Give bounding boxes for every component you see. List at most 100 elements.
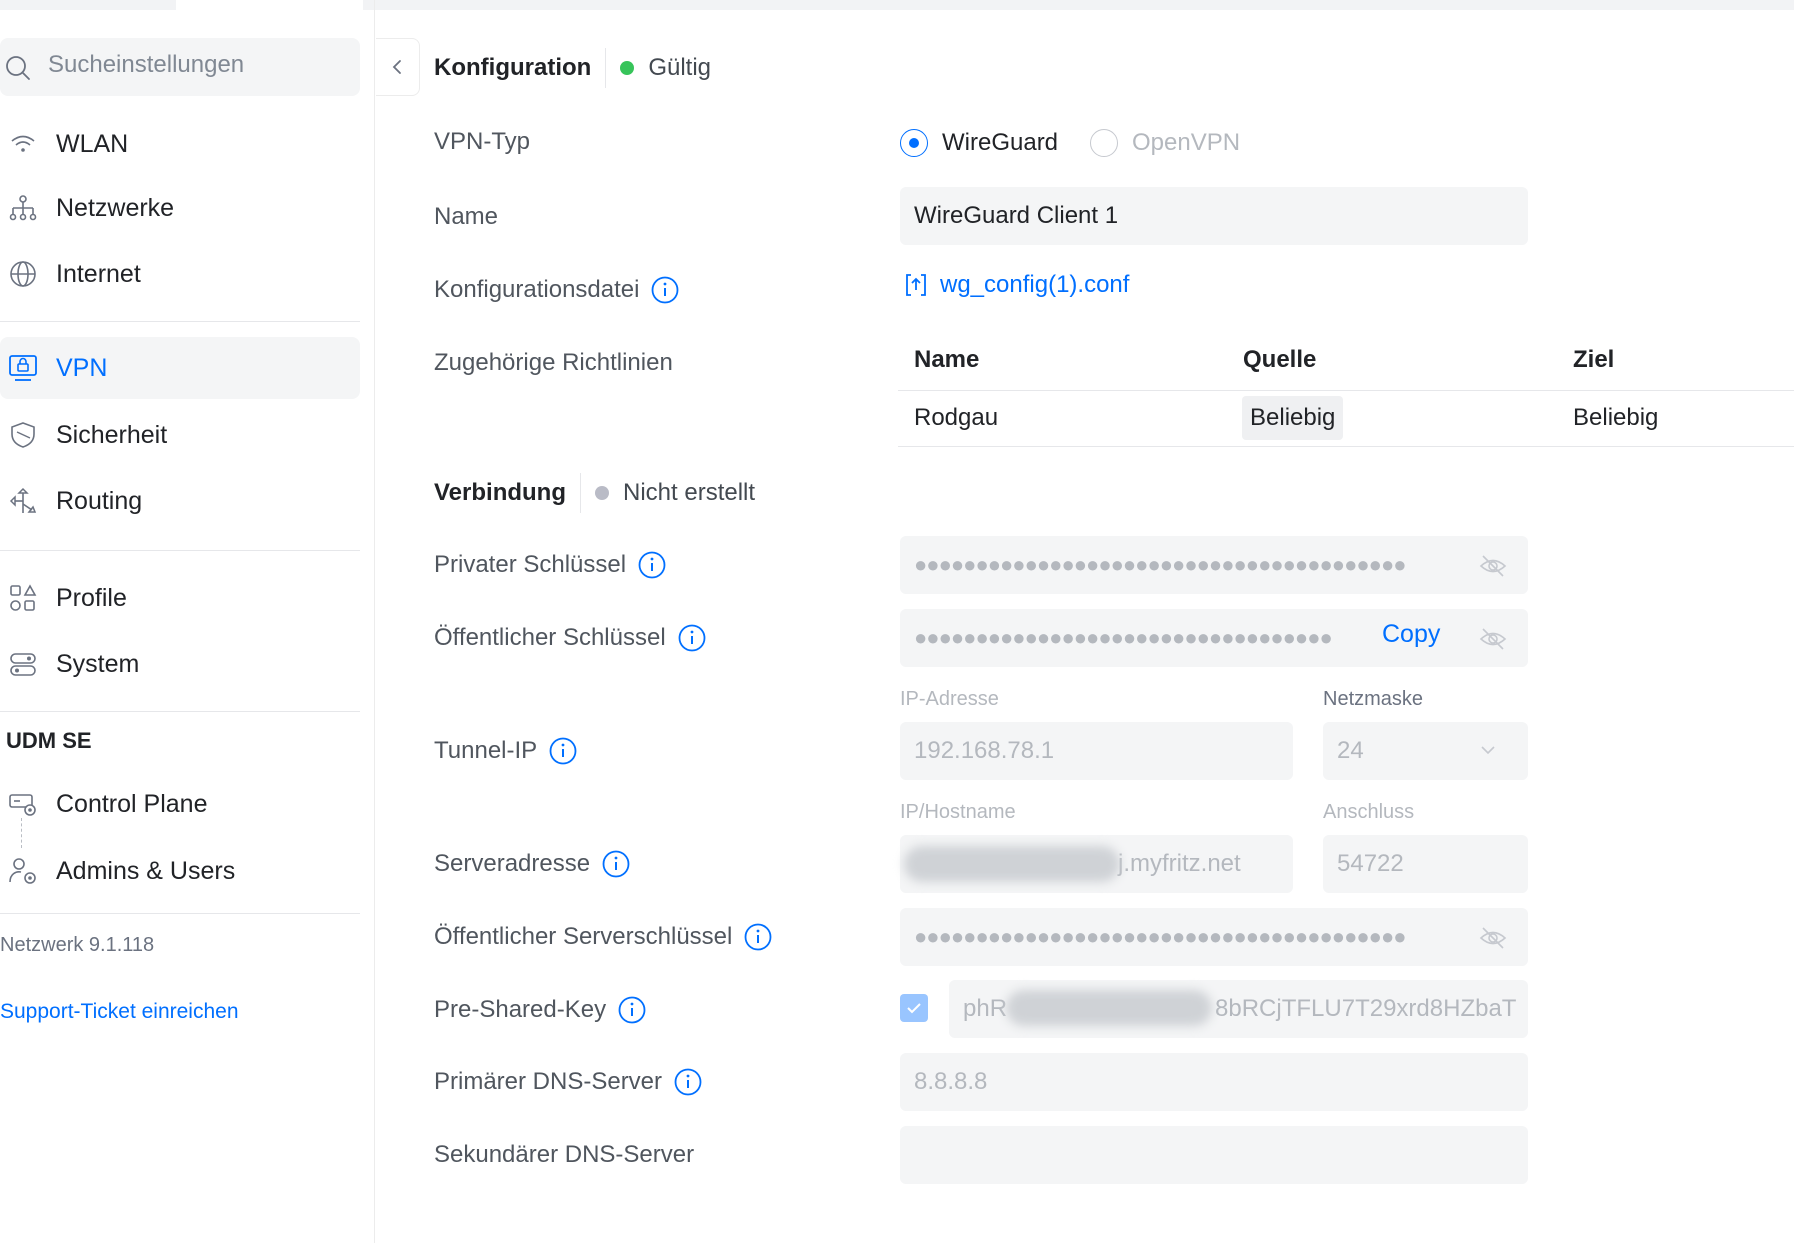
info-icon[interactable] bbox=[674, 1068, 702, 1096]
server-public-key-label: Öffentlicher Serverschlüssel bbox=[434, 919, 772, 955]
sidebar-divider bbox=[0, 711, 360, 712]
server-address-label: Serveradresse bbox=[434, 846, 630, 882]
secondary-dns-label: Sekundärer DNS-Server bbox=[434, 1137, 694, 1173]
ip-address-label: IP-Adresse bbox=[900, 688, 999, 710]
hostname-label: IP/Hostname bbox=[900, 801, 1016, 823]
radio-label: WireGuard bbox=[942, 129, 1059, 156]
profiles-icon bbox=[6, 581, 40, 615]
vpn-lock-icon bbox=[6, 351, 40, 385]
config-file-label-text: Konfigurationsdatei bbox=[434, 276, 640, 303]
eye-off-icon[interactable] bbox=[1478, 551, 1508, 581]
name-input[interactable]: WireGuard Client 1 bbox=[900, 187, 1528, 245]
network-topology-icon bbox=[6, 191, 40, 225]
config-title: Konfiguration bbox=[434, 54, 592, 81]
tunnel-ip-label-text: Tunnel-IP bbox=[434, 737, 538, 764]
psk-value-suffix: 8bRCjTFLU7T29xrd8HZbaT bbox=[1215, 995, 1517, 1022]
private-key-label: Privater Schlüssel bbox=[434, 547, 666, 583]
port-value: 54722 bbox=[1337, 850, 1404, 877]
globe-icon bbox=[6, 257, 40, 291]
table-row-divider bbox=[898, 446, 1794, 447]
connection-section-header: Verbindung Nicht erstellt bbox=[434, 473, 755, 513]
sidebar-item-control-plane[interactable]: Control Plane bbox=[0, 773, 360, 835]
sidebar-item-system[interactable]: System bbox=[0, 633, 360, 695]
search-icon bbox=[6, 56, 30, 80]
sidebar-divider bbox=[0, 913, 360, 914]
port-label: Anschluss bbox=[1323, 801, 1415, 823]
private-key-field[interactable]: ●●●●●●●●●●●●●●●●●●●●●●●●●●●●●●●●●●●●●●●● bbox=[900, 536, 1528, 594]
sidebar-item-label: Profile bbox=[56, 583, 127, 612]
info-icon[interactable] bbox=[638, 551, 666, 579]
info-icon[interactable] bbox=[678, 624, 706, 652]
tunnel-ip-label: Tunnel-IP bbox=[434, 733, 577, 769]
version-text: Netzwerk 9.1.118 bbox=[0, 934, 155, 956]
chevron-down-icon bbox=[1481, 746, 1495, 755]
sidebar-item-label: Admins & Users bbox=[56, 856, 236, 885]
vpn-type-label: VPN-Typ bbox=[434, 124, 530, 160]
policy-row-source-chip: Beliebig bbox=[1242, 396, 1344, 440]
sidebar-divider bbox=[0, 321, 360, 322]
server-address-label-text: Serveradresse bbox=[434, 850, 591, 877]
private-key-label-text: Privater Schlüssel bbox=[434, 551, 627, 578]
name-label-text: Name bbox=[434, 203, 499, 230]
config-file-link[interactable]: wg_config(1).conf bbox=[902, 271, 1129, 299]
radio-circle-checked bbox=[900, 129, 928, 157]
routing-icon bbox=[6, 484, 40, 518]
eye-off-icon[interactable] bbox=[1478, 624, 1508, 654]
radio-openvpn[interactable]: OpenVPN bbox=[1090, 129, 1240, 157]
private-key-masked: ●●●●●●●●●●●●●●●●●●●●●●●●●●●●●●●●●●●●●●●● bbox=[914, 552, 1407, 577]
sidebar-item-internet[interactable]: Internet bbox=[0, 243, 360, 305]
sidebar-item-label: Netzwerke bbox=[56, 193, 175, 222]
ip-address-value: 192.168.78.1 bbox=[914, 737, 1055, 764]
ip-address-input[interactable]: 192.168.78.1 bbox=[900, 722, 1293, 780]
port-input[interactable]: 54722 bbox=[1323, 835, 1528, 893]
sidebar-item-profile[interactable]: Profile bbox=[0, 567, 360, 629]
sidebar-divider bbox=[0, 550, 360, 551]
radio-wireguard[interactable]: WireGuard bbox=[900, 129, 1058, 157]
info-icon[interactable] bbox=[602, 850, 630, 878]
connection-title: Verbindung bbox=[434, 479, 566, 506]
secondary-dns-input[interactable] bbox=[900, 1126, 1528, 1184]
vpn-type-label-text: VPN-Typ bbox=[434, 128, 531, 155]
sidebar-item-netzwerke[interactable]: Netzwerke bbox=[0, 177, 360, 239]
sidebar-item-vpn[interactable]: VPN bbox=[0, 337, 360, 399]
sidebar-item-label: VPN bbox=[56, 353, 108, 382]
info-icon[interactable] bbox=[549, 737, 577, 765]
redaction-blur bbox=[904, 846, 1120, 882]
search-input[interactable] bbox=[48, 51, 348, 79]
copy-button[interactable]: Copy bbox=[1382, 620, 1440, 649]
policies-col-name: Name bbox=[914, 346, 980, 373]
netmask-value: 24 bbox=[1337, 737, 1364, 764]
info-icon[interactable] bbox=[744, 923, 772, 951]
policies-col-source: Quelle bbox=[1243, 346, 1317, 373]
system-icon bbox=[6, 647, 40, 681]
psk-value-prefix: phR bbox=[963, 995, 1008, 1022]
support-ticket-link[interactable]: Support-Ticket einreichen bbox=[0, 1000, 239, 1024]
search-box[interactable] bbox=[0, 38, 360, 96]
sidebar-item-admins-users[interactable]: Admins & Users bbox=[0, 840, 360, 902]
psk-checkbox[interactable] bbox=[900, 994, 928, 1022]
sidebar-item-routing[interactable]: Routing bbox=[0, 470, 360, 532]
sidebar-item-label: System bbox=[56, 649, 140, 678]
policies-label-text: Zugehörige Richtlinien bbox=[434, 349, 673, 376]
sidebar-item-sicherheit[interactable]: Sicherheit bbox=[0, 404, 360, 466]
status-dot-not-created bbox=[595, 486, 609, 500]
control-plane-icon bbox=[6, 787, 40, 821]
name-value: WireGuard Client 1 bbox=[914, 202, 1119, 229]
upload-icon bbox=[906, 274, 926, 296]
info-icon[interactable] bbox=[651, 276, 679, 304]
server-public-key-field[interactable]: ●●●●●●●●●●●●●●●●●●●●●●●●●●●●●●●●●●●●●●●● bbox=[900, 908, 1528, 966]
primary-dns-input[interactable]: 8.8.8.8 bbox=[900, 1053, 1528, 1111]
info-icon[interactable] bbox=[618, 996, 646, 1024]
collapse-button[interactable] bbox=[376, 38, 420, 96]
table-header-divider bbox=[898, 390, 1794, 391]
policy-row-name[interactable]: Rodgau bbox=[914, 404, 998, 432]
config-status: Gültig bbox=[648, 54, 712, 81]
header-separator bbox=[605, 48, 607, 88]
checkmark-icon bbox=[907, 1003, 921, 1014]
eye-off-icon[interactable] bbox=[1478, 923, 1508, 953]
netmask-label: Netzmaske bbox=[1323, 688, 1424, 710]
radio-circle bbox=[1090, 129, 1118, 157]
chevron-left-icon bbox=[392, 60, 401, 74]
primary-dns-label: Primärer DNS-Server bbox=[434, 1064, 702, 1100]
sidebar-item-wlan[interactable]: WLAN bbox=[0, 113, 360, 175]
